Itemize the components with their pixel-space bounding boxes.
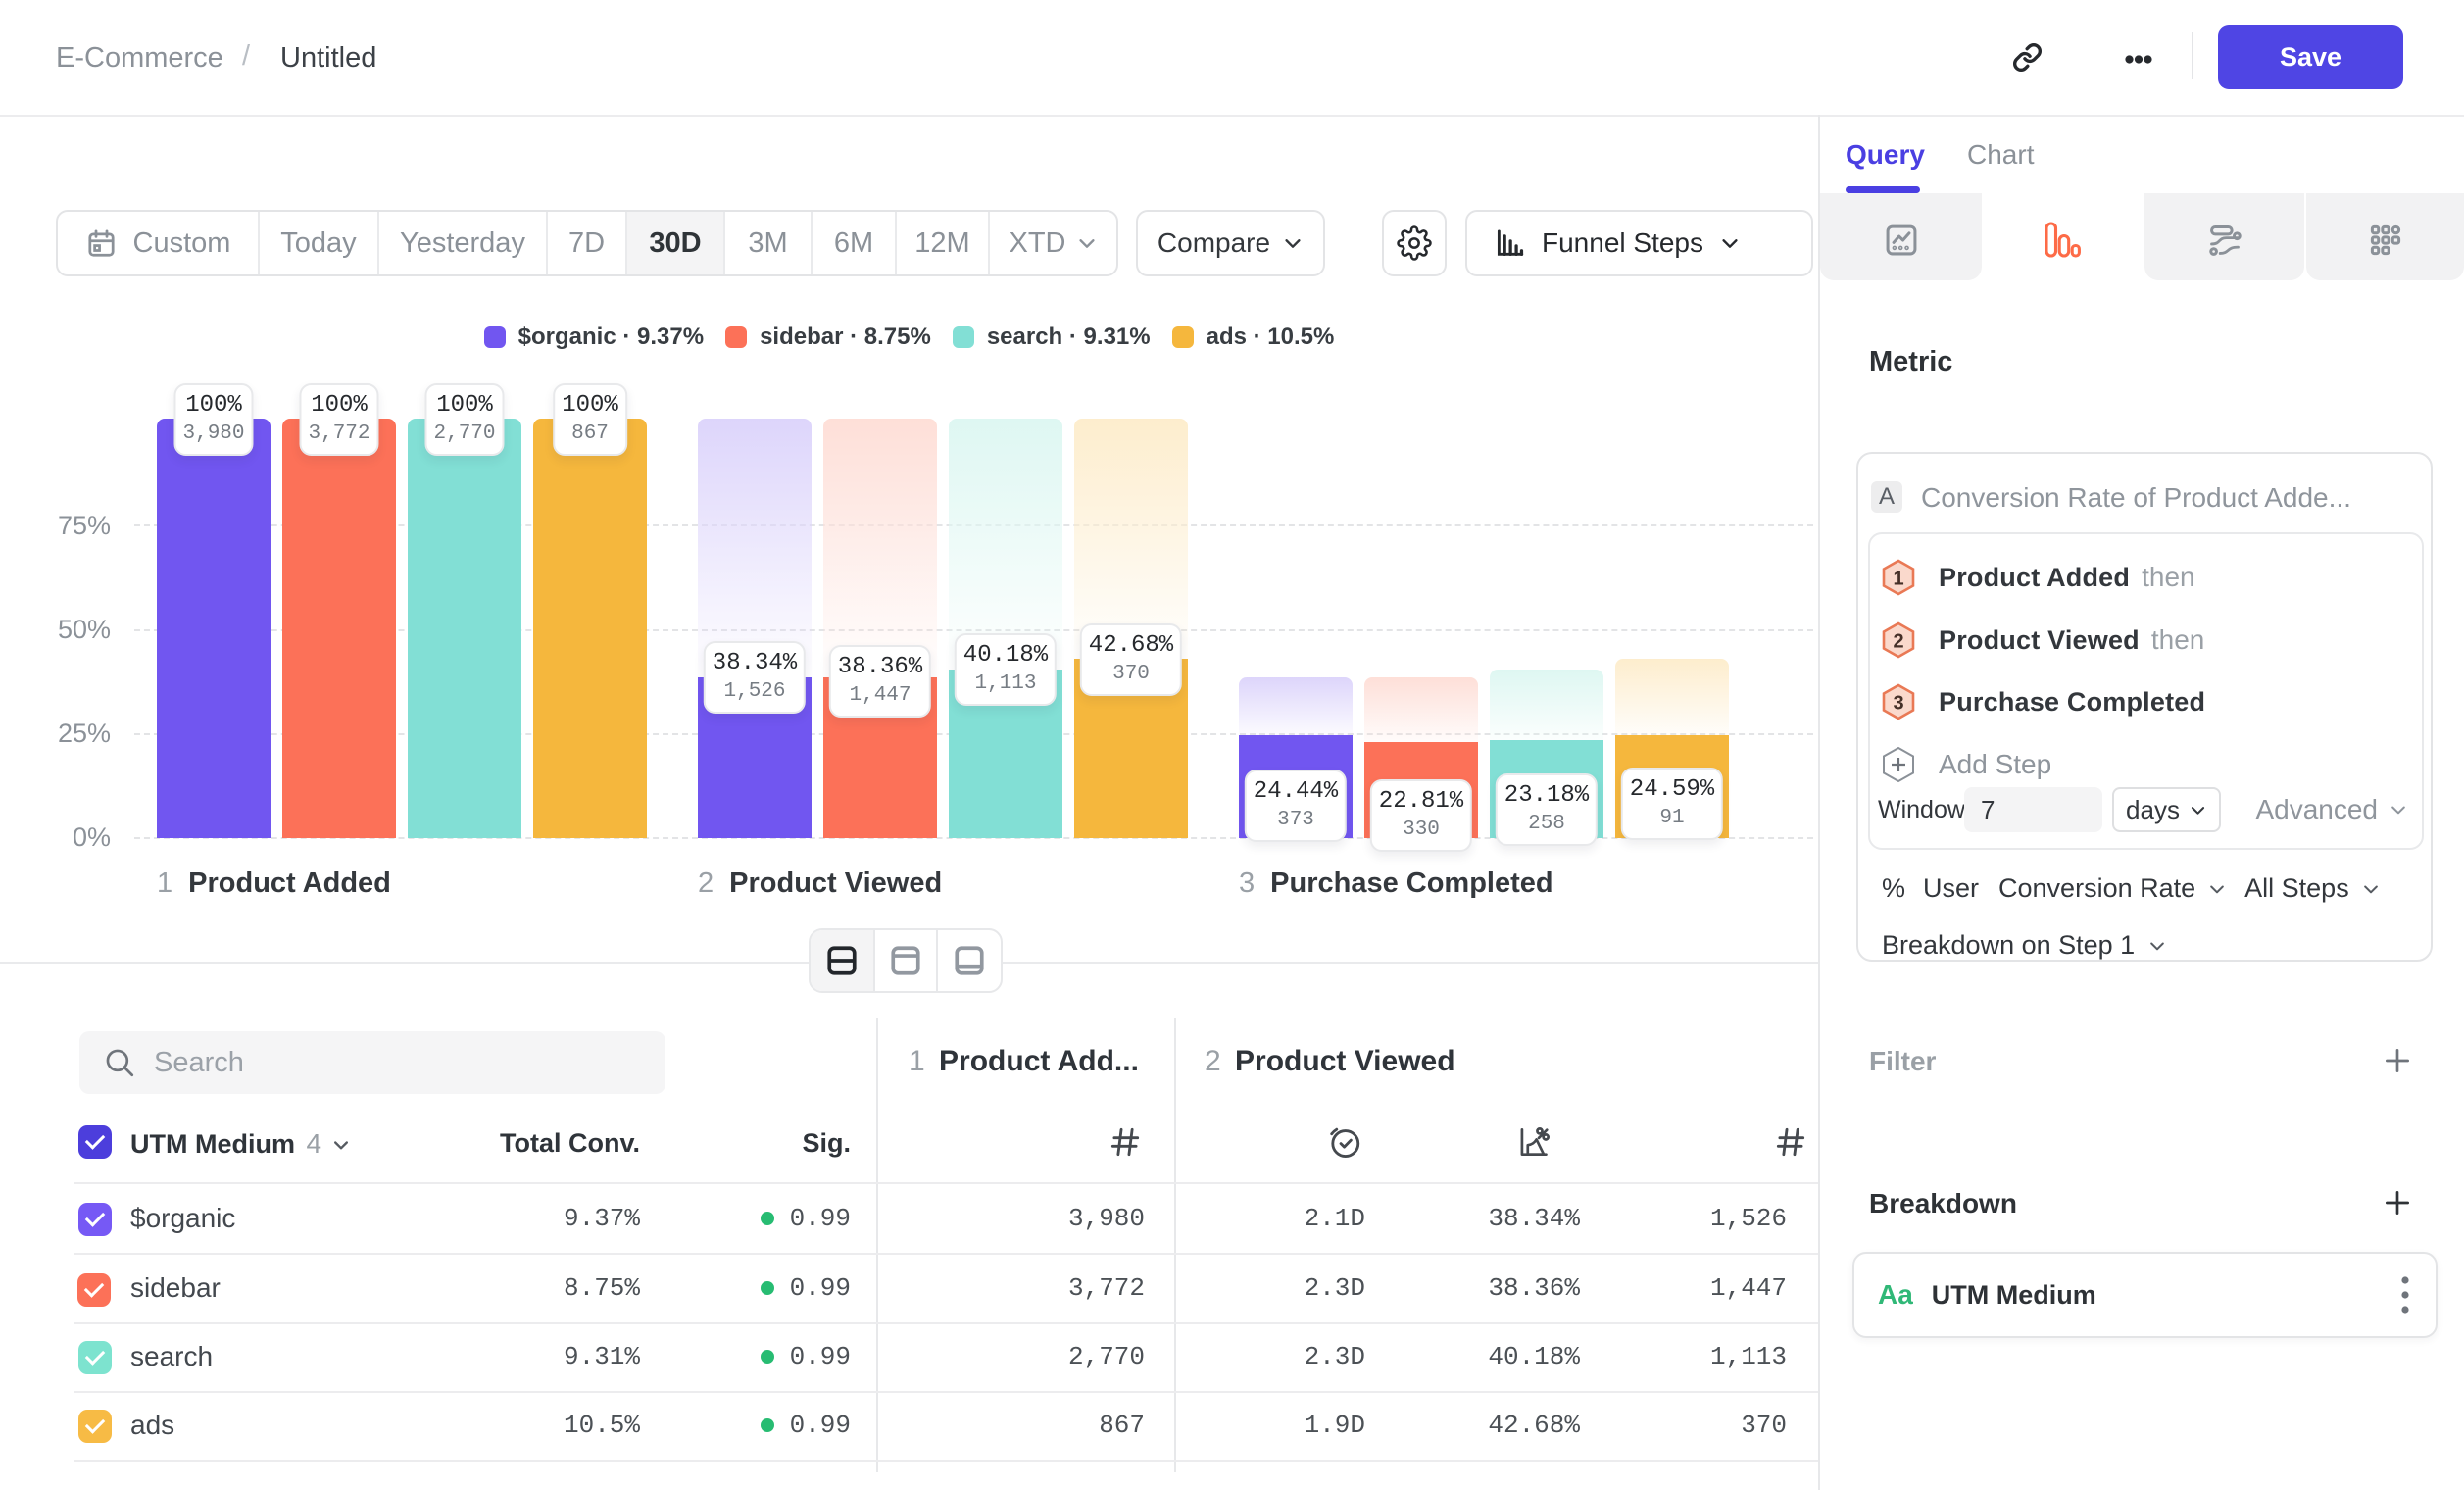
svg-text:1: 1 xyxy=(1893,569,1903,590)
svg-text:2: 2 xyxy=(1893,631,1903,653)
svg-text:3: 3 xyxy=(1893,693,1903,715)
